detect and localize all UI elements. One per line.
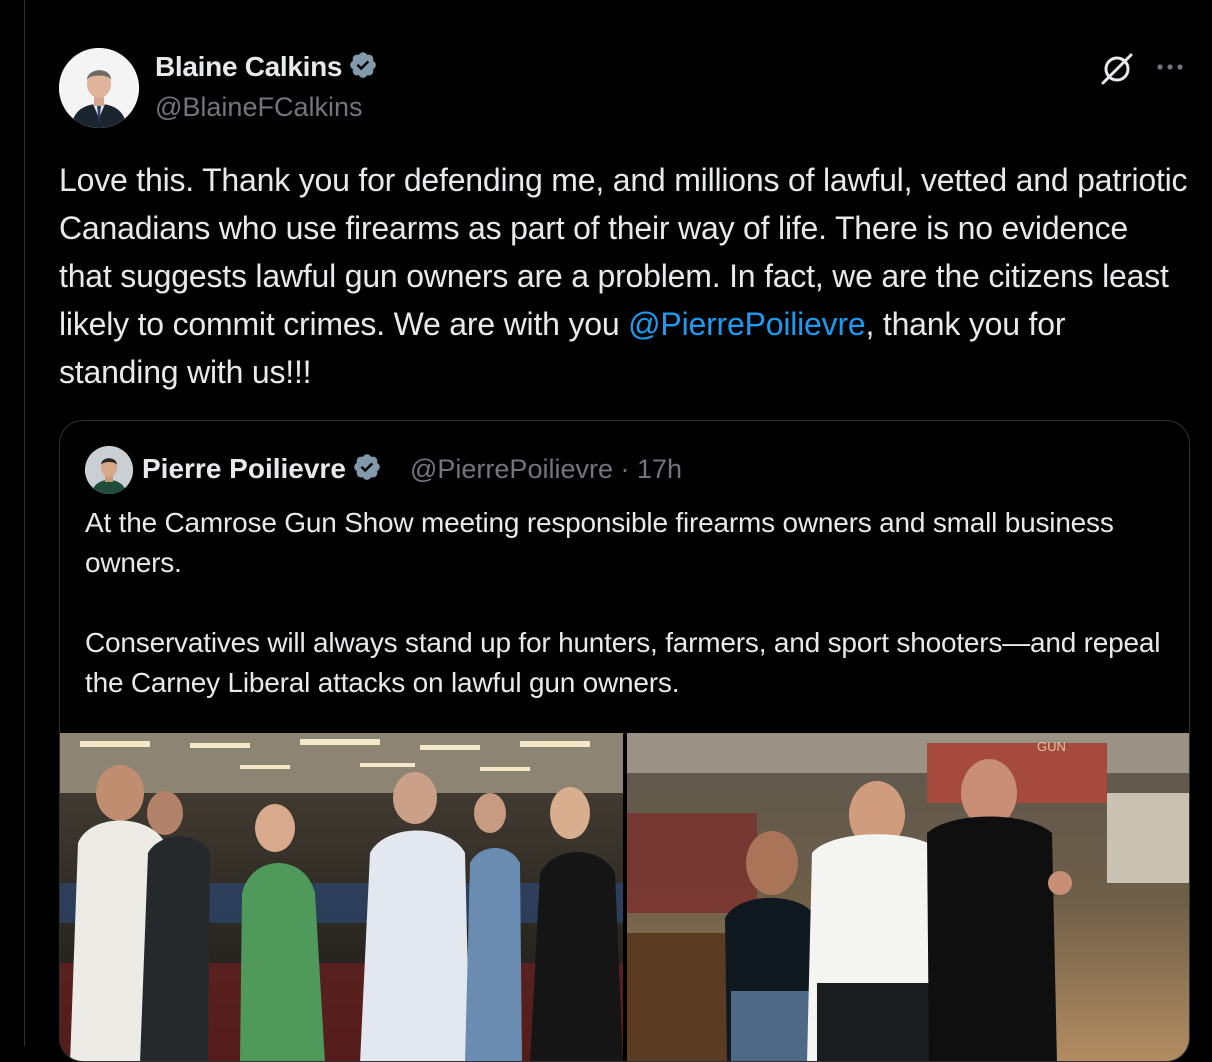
mention-link[interactable]: @PierrePoilievre — [628, 306, 866, 342]
quote-timestamp[interactable]: 17h — [637, 454, 682, 484]
quote-author-avatar[interactable] — [85, 446, 133, 494]
timeline-border — [24, 0, 25, 1046]
author-name[interactable]: Blaine Calkins — [155, 50, 378, 87]
quote-author-handle[interactable]: @PierrePoilievre — [410, 454, 613, 484]
quote-photo-2[interactable]: GUN — [627, 733, 1189, 1061]
tweet-text: Love this. Thank you for defending me, a… — [59, 156, 1189, 396]
quote-paragraph: At the Camrose Gun Show meeting responsi… — [85, 507, 1114, 578]
quote-photo-1[interactable] — [60, 733, 623, 1061]
quote-author-meta: @PierrePoilievre · 17h — [410, 454, 682, 485]
tweet-detail: Blaine Calkins @BlaineFCalkins Love this… — [0, 0, 1212, 1062]
quote-text: At the Camrose Gun Show meeting responsi… — [85, 503, 1165, 703]
quoted-tweet-card[interactable]: Pierre Poilievre @PierrePoilievre · 17h … — [59, 420, 1190, 1062]
quote-author-name[interactable]: Pierre Poilievre — [142, 452, 382, 489]
verified-badge-icon — [352, 452, 382, 489]
author-avatar[interactable] — [59, 48, 139, 128]
quote-author-name-text: Pierre Poilievre — [142, 452, 346, 484]
author-name-text: Blaine Calkins — [155, 50, 343, 82]
verified-badge-icon — [348, 50, 378, 87]
author-handle[interactable]: @BlaineFCalkins — [155, 92, 362, 123]
grok-icon[interactable] — [1098, 50, 1136, 88]
more-icon[interactable] — [1152, 54, 1188, 80]
quote-paragraph: Conservatives will always stand up for h… — [85, 627, 1161, 698]
photo-sign-text: GUN — [1037, 739, 1066, 754]
meta-separator: · — [620, 454, 630, 484]
